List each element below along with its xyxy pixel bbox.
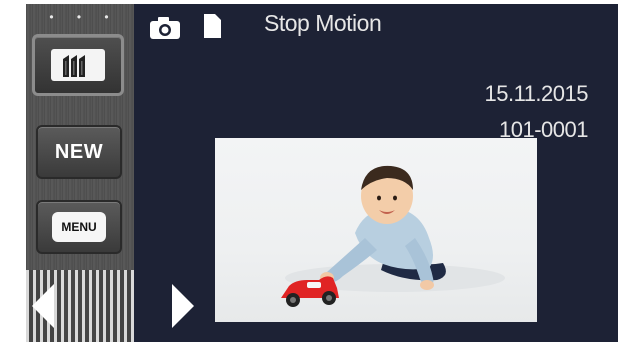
nav-strip [26, 270, 194, 342]
menu-button-label: MENU [61, 220, 97, 234]
camera-icon [150, 17, 180, 39]
lcd-screen: • • • NEW MENU Stop Motion 15.11.2015 10… [26, 4, 618, 342]
recording-date: 15.11.2015 [484, 81, 589, 106]
new-button[interactable]: NEW [36, 125, 122, 179]
menu-button[interactable]: MENU [36, 200, 122, 254]
playback-tiles-icon [63, 55, 85, 77]
sd-card-icon [204, 14, 221, 38]
baby-with-toy-car-image [281, 165, 505, 307]
playback-mode-button[interactable] [32, 34, 124, 96]
photo-thumbnail[interactable] [215, 138, 537, 322]
next-button[interactable] [94, 270, 194, 342]
camera-lcd-frame: • • • NEW MENU Stop Motion 15.11.2015 10… [0, 0, 622, 346]
page-indicator: • • • [49, 10, 119, 24]
sidebar: • • • NEW MENU [26, 4, 194, 342]
new-button-label: NEW [54, 141, 104, 163]
previous-button[interactable] [26, 270, 66, 342]
mode-title: Stop Motion [264, 10, 382, 36]
triangle-left-icon [32, 284, 54, 328]
triangle-right-icon [172, 284, 194, 328]
